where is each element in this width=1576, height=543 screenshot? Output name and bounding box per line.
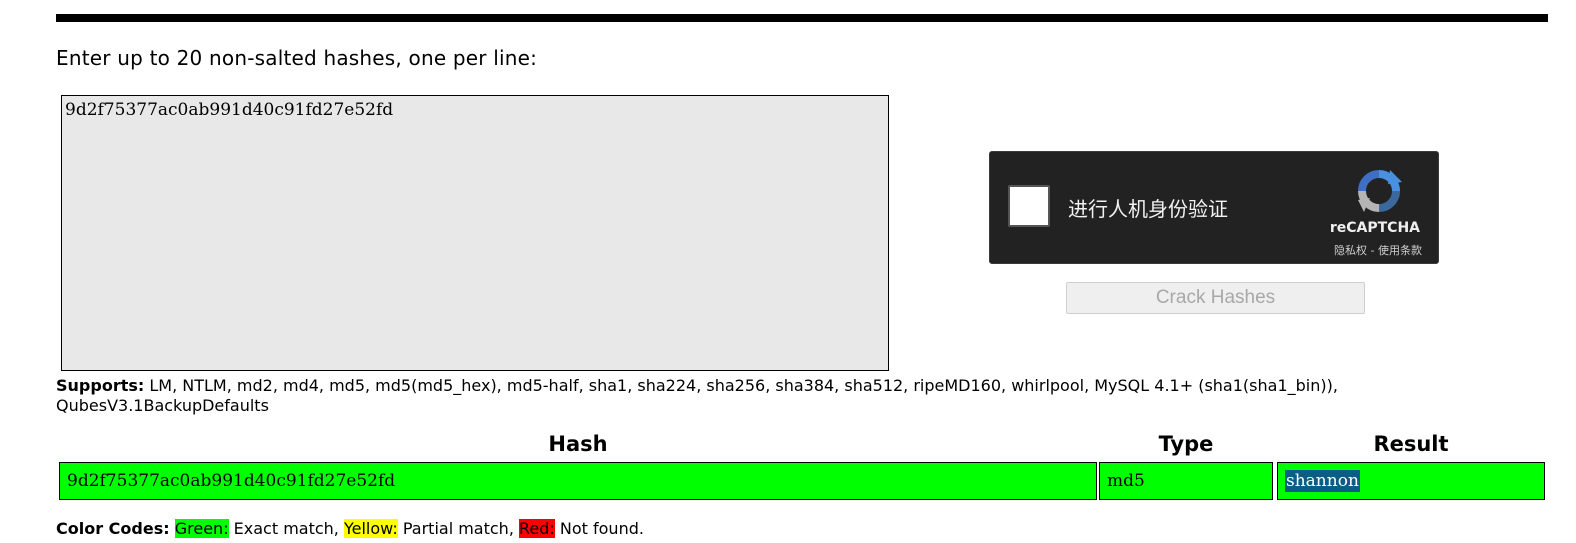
supports-label: Supports:	[56, 376, 145, 395]
result-column-header: Result	[1373, 432, 1449, 456]
result-value[interactable]: shannon	[1285, 470, 1360, 492]
hash-textarea[interactable]: 9d2f75377ac0ab991d40c91fd27e52fd	[61, 95, 889, 371]
color-codes-label: Color Codes:	[56, 519, 170, 538]
recaptcha-logo-icon	[1358, 170, 1402, 212]
recaptcha-checkbox[interactable]	[1008, 185, 1050, 227]
type-cell: md5	[1099, 462, 1273, 500]
hash-column-header: Hash	[548, 432, 608, 456]
green-description: Exact match,	[228, 519, 344, 538]
terms-link[interactable]: 使用条款	[1378, 244, 1422, 257]
result-cell: shannon	[1277, 462, 1545, 500]
crack-hashes-button[interactable]: Crack Hashes	[1066, 282, 1365, 314]
color-codes-legend: Color Codes: Green: Exact match, Yellow:…	[56, 518, 644, 540]
hash-cell: 9d2f75377ac0ab991d40c91fd27e52fd	[59, 462, 1097, 500]
supported-algorithms: Supports: LM, NTLM, md2, md4, md5, md5(m…	[56, 376, 1536, 416]
links-separator: -	[1367, 244, 1378, 257]
recaptcha-widget: 进行人机身份验证 reCAPTCHA 隐私权 - 使用条款	[989, 151, 1439, 264]
red-code: Red:	[519, 519, 555, 538]
yellow-description: Partial match,	[397, 519, 519, 538]
red-description: Not found.	[554, 519, 644, 538]
recaptcha-label: 进行人机身份验证	[1068, 197, 1228, 221]
top-divider	[56, 14, 1548, 22]
recaptcha-links: 隐私权 - 使用条款	[1334, 242, 1422, 258]
recaptcha-brand: reCAPTCHA	[1329, 220, 1420, 236]
yellow-code: Yellow:	[343, 519, 398, 538]
supports-list: LM, NTLM, md2, md4, md5, md5(md5_hex), m…	[56, 376, 1338, 415]
privacy-link[interactable]: 隐私权	[1334, 244, 1367, 257]
type-column-header: Type	[1158, 432, 1214, 456]
hash-input-prompt: Enter up to 20 non-salted hashes, one pe…	[56, 46, 538, 70]
green-code: Green:	[174, 519, 229, 538]
